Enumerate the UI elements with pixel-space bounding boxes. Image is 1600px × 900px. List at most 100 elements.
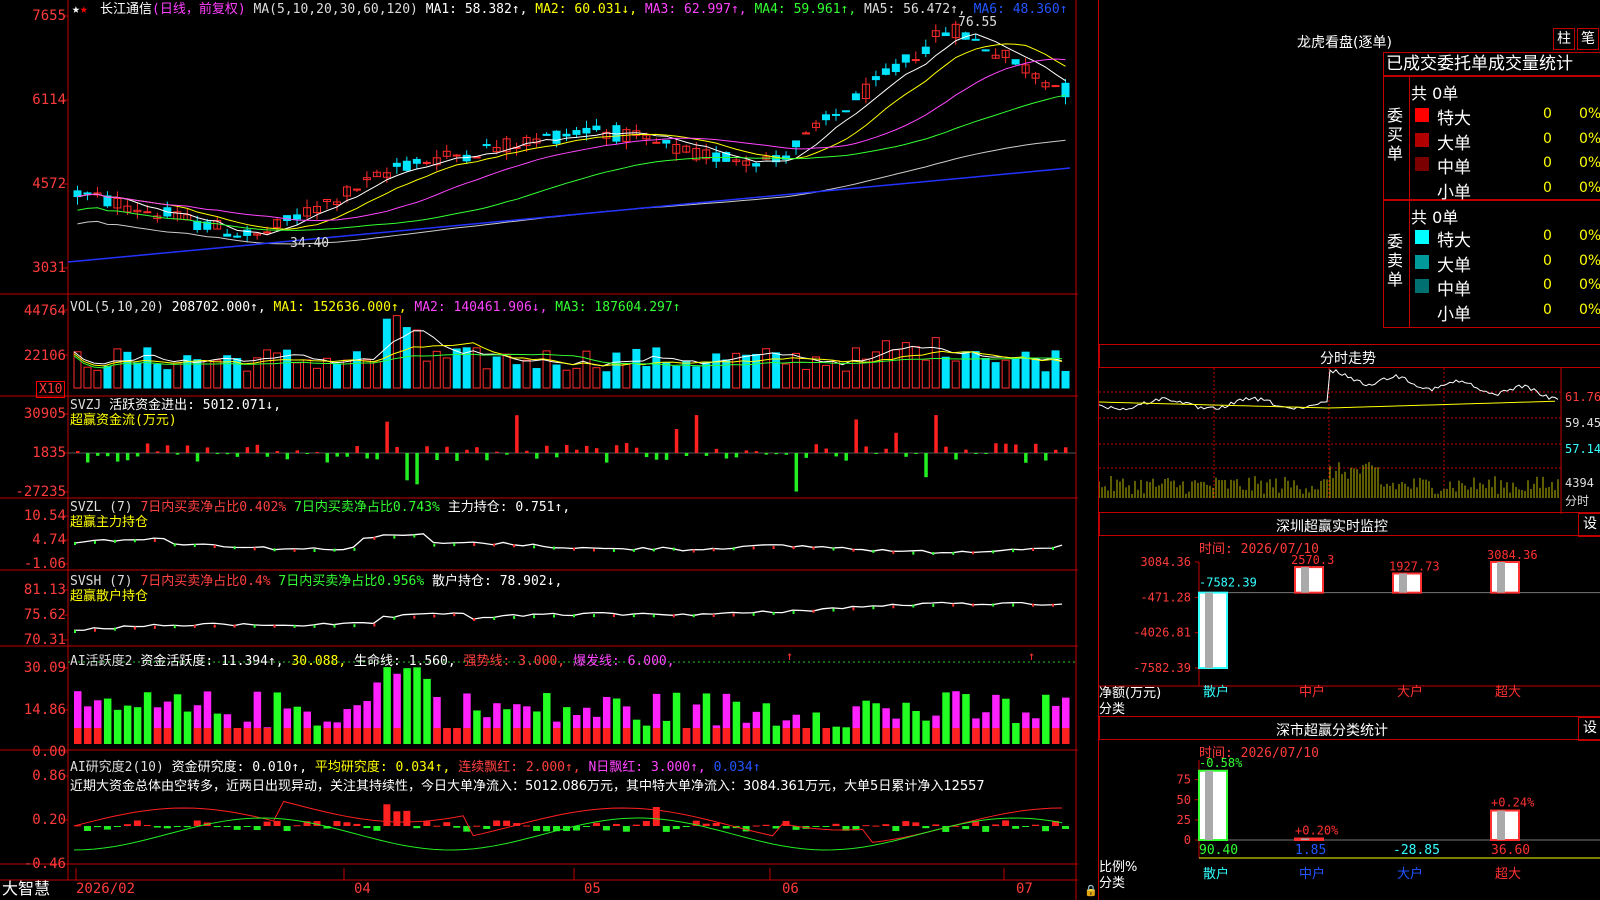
fund-flow-bar <box>315 451 320 453</box>
activity-base-bar <box>263 728 272 744</box>
svsh-line-tick <box>1012 603 1015 607</box>
volume-unit-badge[interactable]: X10 <box>36 381 66 398</box>
sell-label: 委卖单 <box>1387 232 1404 289</box>
research-bar <box>483 826 491 829</box>
brand-logo[interactable]: 大智慧 <box>2 879 50 899</box>
sz-axis-label: -471.28 <box>1140 590 1191 604</box>
candle <box>392 162 401 167</box>
svzj-header: SVZJ 活跃资金进出: 5012.071↓, <box>70 398 281 413</box>
svsh-header: SVSH (7) 7日内买卖净占比0.4% 7日内买卖净占比0.956% 散户持… <box>70 574 562 589</box>
svzj-subtitle: 超赢资金流(万元) <box>70 413 177 428</box>
svsh-line-tick <box>672 614 675 618</box>
buy-name: 大单 <box>1437 133 1471 154</box>
ma3-value: MA3: 62.997↑, <box>644 2 747 17</box>
research-bar <box>453 826 461 828</box>
classify-settings-button[interactable]: 设 <box>1578 717 1600 741</box>
volume-bar <box>203 360 212 389</box>
svsh-line-tick <box>493 616 496 620</box>
star-icons[interactable]: ★★ <box>72 2 88 17</box>
svzl-line <box>73 533 1063 555</box>
candle <box>572 130 581 135</box>
fund-flow-bar <box>614 445 619 453</box>
classify-category-label: 散户 <box>1203 866 1229 882</box>
volume-bar <box>891 349 900 389</box>
volume-bar <box>163 369 172 389</box>
svzl-line-tick <box>393 535 396 539</box>
buy-swatch <box>1415 157 1429 171</box>
candle <box>652 141 661 144</box>
activity-base-bar <box>932 728 940 744</box>
volume-bar <box>512 364 521 389</box>
fund-flow-bar <box>644 453 649 458</box>
fund-flow-bar <box>814 444 819 453</box>
fund-flow-bar <box>535 453 539 459</box>
candle <box>901 54 910 63</box>
fund-flow-bar <box>345 453 349 457</box>
volume-bar <box>971 351 980 389</box>
research-bar <box>193 820 201 826</box>
fund-flow-bar <box>275 450 280 453</box>
fund-flow-bar <box>245 447 250 453</box>
bar-view-button[interactable]: 柱 <box>1553 28 1575 50</box>
volume-bar <box>293 362 302 389</box>
activity-bar <box>183 711 192 744</box>
intraday-chart[interactable] <box>1099 368 1600 514</box>
svsh-line-tick <box>253 624 256 628</box>
candle <box>981 49 990 52</box>
research-note: 近期大资金总体由空转多，近两日出现异动，关注其持续性，今日大单净流入：5012.… <box>70 779 985 794</box>
fund-flow-bar <box>165 445 170 453</box>
volume-bar <box>572 367 581 389</box>
volume-bar <box>712 353 721 389</box>
volume-bar <box>632 348 641 389</box>
activity-base-bar <box>1022 728 1030 744</box>
fund-flow-bar <box>704 453 709 456</box>
svzl-line-tick <box>1032 547 1035 551</box>
chart-area[interactable]: ↑ ↑ 7655 6114 4572 3031 ★★ 长江通信(日线，前复权) M… <box>0 0 1098 900</box>
fund-flow-bar <box>355 446 359 453</box>
volume-bar <box>722 359 731 389</box>
activity-base-bar <box>722 728 731 744</box>
research-bar <box>872 825 880 827</box>
sell-row: 小单 0 0% <box>1411 300 1600 325</box>
research-seg3: 连续飘红: 2.000↑, <box>458 760 581 775</box>
classify-chart: 75 50 25 0 -0.58% +0.20% +0.24% 90.40 散户 1.85 中户 -2… <box>1177 756 1600 882</box>
candle <box>402 160 411 171</box>
svzj-axis-label: -27235 <box>15 484 66 500</box>
svzl-line-tick <box>133 539 136 543</box>
research-bar <box>283 826 291 832</box>
activity-bar <box>832 726 840 744</box>
sz-settings-button[interactable]: 设 <box>1578 513 1600 537</box>
sell-pct: 0% <box>1579 252 1600 269</box>
svsh-line-tick <box>832 608 835 612</box>
fund-flow-bar <box>584 445 589 453</box>
research-bar <box>712 822 720 826</box>
svsh-line-tick <box>952 603 955 607</box>
fund-flow-bar <box>844 453 848 461</box>
fund-flow-bar <box>684 453 689 457</box>
svzl-line-tick <box>533 545 536 549</box>
svzl-line-tick <box>453 543 456 547</box>
activity-base-bar <box>822 728 830 744</box>
buy-label: 委买单 <box>1387 106 1404 163</box>
tick-view-button[interactable]: 笔 <box>1577 28 1599 50</box>
sell-swatch <box>1415 279 1429 293</box>
svsh-line-tick <box>533 615 536 619</box>
volume-bar <box>382 318 391 389</box>
volume-bar <box>362 359 371 389</box>
sell-count: 0 <box>1543 252 1552 269</box>
activity-bar <box>123 705 132 744</box>
activity-base-bar <box>582 728 591 744</box>
volume-bar <box>123 351 132 389</box>
activity-base-bar <box>852 728 860 744</box>
fund-flow-bar <box>105 453 110 457</box>
svzl-axis-label: 10.54 <box>23 508 66 524</box>
sell-count: 0 <box>1543 277 1552 293</box>
lhb-tabs[interactable]: 已成交委托单成交量统计 <box>1383 52 1600 76</box>
lhb-tabs-label[interactable]: 已成交委托单成交量统计 <box>1386 54 1573 74</box>
volume-bar <box>522 359 531 389</box>
research-bar <box>293 825 301 827</box>
lock-icon[interactable]: 🔒 <box>1084 883 1098 898</box>
activity-base-bar <box>972 728 980 744</box>
svzl-line-tick <box>832 547 835 551</box>
sz-axis-label: 3084.36 <box>1140 555 1191 569</box>
